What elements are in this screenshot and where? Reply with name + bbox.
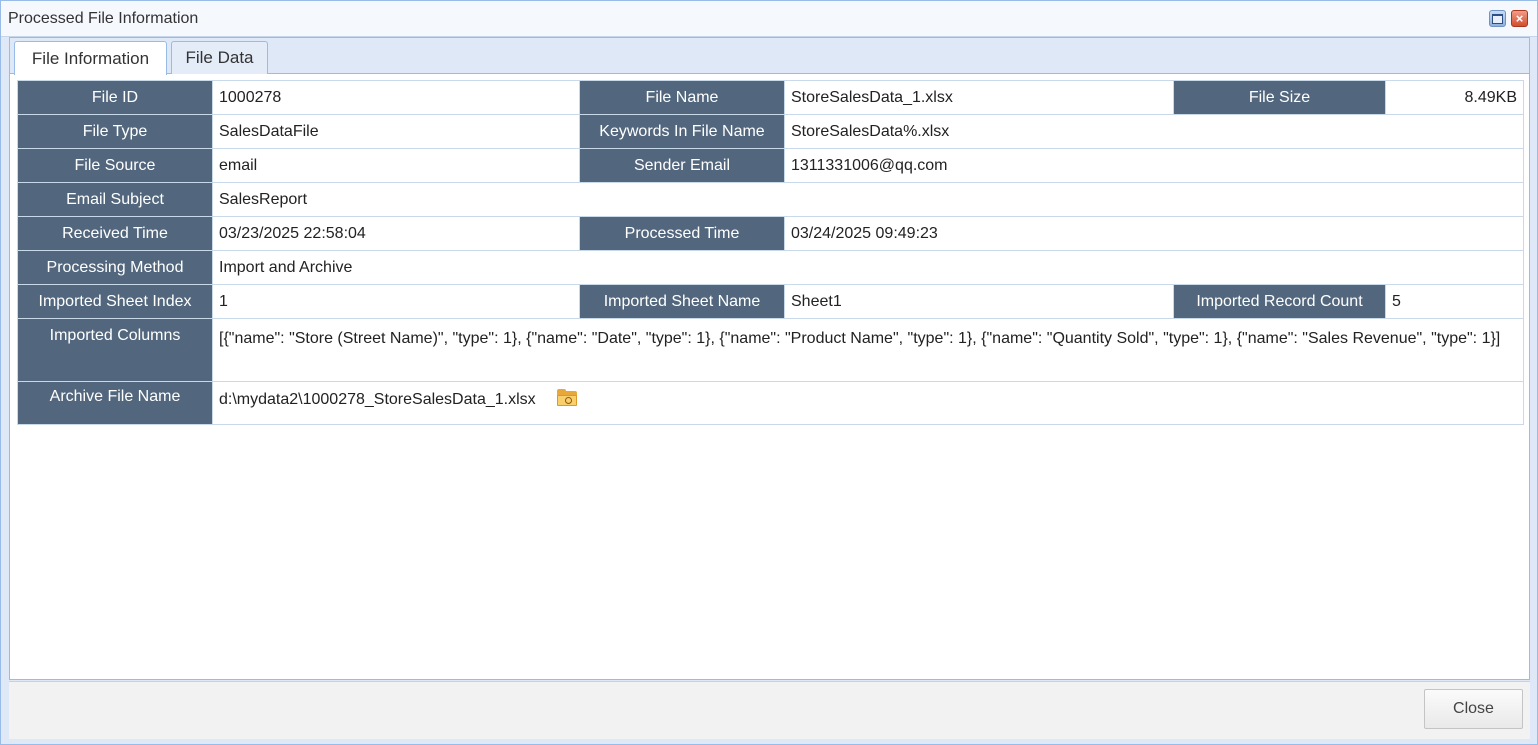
imported-columns-value: [{"name": "Store (Street Name)", "type":…	[212, 318, 1524, 382]
folder-search-icon[interactable]	[556, 389, 578, 407]
record-count-label: Imported Record Count	[1173, 284, 1386, 319]
received-time-value: 03/23/2025 22:58:04	[212, 216, 580, 251]
tab-strip: File Information File Data	[10, 38, 1529, 75]
close-button[interactable]: Close	[1424, 689, 1523, 729]
processing-method-value: Import and Archive	[212, 250, 1524, 285]
grid-row: Email Subject SalesReport	[17, 182, 1524, 217]
file-id-value: 1000278	[212, 80, 580, 115]
grid-row: Imported Sheet Index 1 Imported Sheet Na…	[17, 284, 1524, 319]
keywords-label: Keywords In File Name	[579, 114, 785, 149]
processed-time-label: Processed Time	[579, 216, 785, 251]
file-size-value: 8.49KB	[1385, 80, 1524, 115]
dialog-title: Processed File Information	[8, 10, 199, 27]
grid-row: File ID 1000278 File Name StoreSalesData…	[17, 80, 1524, 115]
close-icon[interactable]: ×	[1511, 10, 1528, 27]
received-time-label: Received Time	[17, 216, 213, 251]
file-source-value: email	[212, 148, 580, 183]
file-size-label: File Size	[1173, 80, 1386, 115]
sheet-name-value: Sheet1	[784, 284, 1174, 319]
archive-file-name-value: d:\mydata2\1000278_StoreSalesData_1.xlsx	[219, 391, 536, 409]
grid-row: Archive File Name d:\mydata2\1000278_Sto…	[17, 381, 1524, 425]
grid-row: Processing Method Import and Archive	[17, 250, 1524, 285]
dialog-window: Processed File Information × File Inform…	[0, 0, 1538, 745]
keywords-value: StoreSalesData%.xlsx	[784, 114, 1524, 149]
processed-time-value: 03/24/2025 09:49:23	[784, 216, 1524, 251]
grid-row: File Source email Sender Email 131133100…	[17, 148, 1524, 183]
file-type-value: SalesDataFile	[212, 114, 580, 149]
file-name-label: File Name	[579, 80, 785, 115]
sheet-index-label: Imported Sheet Index	[17, 284, 213, 319]
restore-icon[interactable]	[1489, 10, 1506, 27]
grid-row: File Type SalesDataFile Keywords In File…	[17, 114, 1524, 149]
email-subject-label: Email Subject	[17, 182, 213, 217]
sender-email-value: 1311331006@qq.com	[784, 148, 1524, 183]
tab-panel: File Information File Data File ID 10002…	[9, 37, 1530, 680]
email-subject-value: SalesReport	[212, 182, 1524, 217]
sheet-name-label: Imported Sheet Name	[579, 284, 785, 319]
record-count-value: 5	[1385, 284, 1524, 319]
archive-file-name-label: Archive File Name	[17, 381, 213, 425]
file-name-value: StoreSalesData_1.xlsx	[784, 80, 1174, 115]
grid-row: Imported Columns [{"name": "Store (Stree…	[17, 318, 1524, 382]
processing-method-label: Processing Method	[17, 250, 213, 285]
file-id-label: File ID	[17, 80, 213, 115]
tab-file-information[interactable]: File Information	[14, 41, 167, 75]
file-type-label: File Type	[17, 114, 213, 149]
dialog-footer: Close	[9, 681, 1530, 739]
imported-columns-label: Imported Columns	[17, 318, 213, 382]
archive-file-name-cell: d:\mydata2\1000278_StoreSalesData_1.xlsx	[212, 381, 1524, 425]
file-source-label: File Source	[17, 148, 213, 183]
sender-email-label: Sender Email	[579, 148, 785, 183]
file-info-grid: File ID 1000278 File Name StoreSalesData…	[17, 80, 1524, 425]
sheet-index-value: 1	[212, 284, 580, 319]
tab-file-data[interactable]: File Data	[171, 41, 268, 74]
title-bar[interactable]: Processed File Information ×	[1, 1, 1537, 37]
grid-row: Received Time 03/23/2025 22:58:04 Proces…	[17, 216, 1524, 251]
